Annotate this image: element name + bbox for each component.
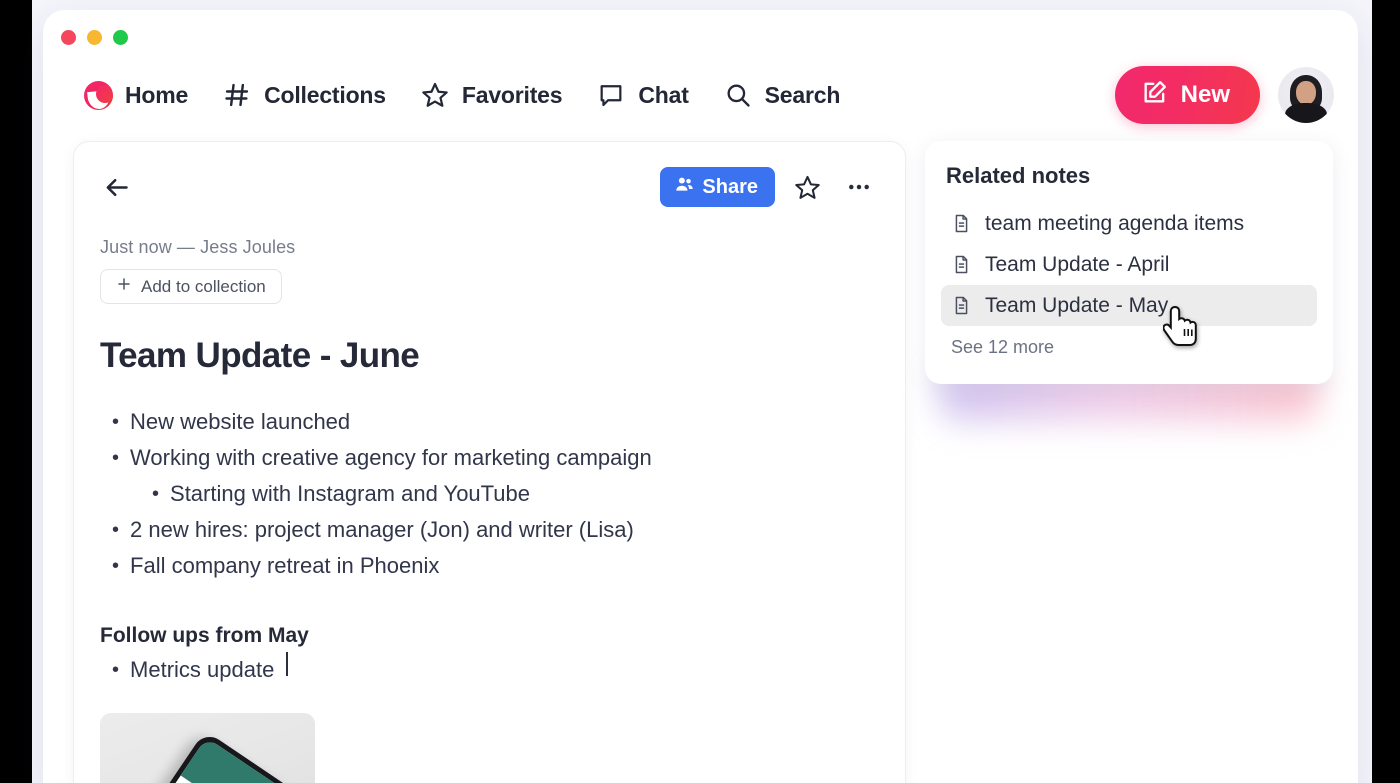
share-button-label: Share <box>702 175 758 198</box>
bullet-marker: • <box>112 519 120 541</box>
list-item-text: Fall company retreat in Phoenix <box>130 553 440 578</box>
note-bullet-list-2: • Metrics update <box>100 652 879 688</box>
list-item[interactable]: • Metrics update <box>100 652 879 688</box>
note-bullet-list: • New website launched • Working with cr… <box>100 404 879 584</box>
nav-item-chat-label: Chat <box>638 81 689 108</box>
bullet-marker: • <box>112 555 120 577</box>
new-note-button-label: New <box>1180 81 1230 108</box>
bullet-marker: • <box>112 411 120 433</box>
document-icon <box>951 254 972 275</box>
add-to-collection-button[interactable]: Add to collection <box>100 269 282 304</box>
note-section-heading[interactable]: Follow ups from May <box>100 624 879 648</box>
ellipsis-icon[interactable] <box>839 167 879 207</box>
nav-item-home-label: Home <box>125 81 189 108</box>
list-item[interactable]: • Working with creative agency for marke… <box>100 440 879 476</box>
new-note-button[interactable]: New <box>1114 66 1260 124</box>
nav-item-favorites[interactable]: Favorites <box>412 74 588 116</box>
attachment-thumbnail[interactable] <box>100 713 315 783</box>
list-item-text: Starting with Instagram and YouTube <box>170 481 530 506</box>
see-more-link[interactable]: See 12 more <box>941 337 1317 358</box>
list-item-nested[interactable]: • Starting with Instagram and YouTube <box>100 476 879 512</box>
screen: Home Collections Favorites Chat Search N… <box>0 0 1400 783</box>
nav-item-search-label: Search <box>764 81 841 108</box>
phone-mockup <box>111 730 303 783</box>
list-item-text: Working with creative agency for marketi… <box>130 445 652 470</box>
nav-items: Home Collections Favorites Chat Search <box>75 74 866 116</box>
top-navigation: Home Collections Favorites Chat Search N… <box>43 55 1358 135</box>
related-note-item-3[interactable]: Team Update - May <box>941 285 1317 326</box>
app-window: Home Collections Favorites Chat Search N… <box>43 10 1358 783</box>
add-to-collection-label: Add to collection <box>141 276 266 296</box>
document-icon <box>951 295 972 316</box>
related-note-item-2[interactable]: Team Update - April <box>941 244 1317 285</box>
star-icon <box>420 80 450 110</box>
related-notes-region: Related notes team meeting agenda items <box>925 141 1333 783</box>
compose-icon <box>1141 78 1169 113</box>
related-notes-panel: Related notes team meeting agenda items <box>925 141 1333 384</box>
maximize-window-button[interactable] <box>113 30 128 45</box>
page-title[interactable]: Team Update - June <box>100 336 879 376</box>
nav-item-collections-label: Collections <box>264 81 386 108</box>
search-icon <box>723 80 753 110</box>
app-logo-icon <box>83 80 113 110</box>
note-editor-card: Share Just now — Jess Joules Add to coll… <box>73 141 906 783</box>
related-note-label: Team Update - April <box>985 252 1170 276</box>
nav-item-chat[interactable]: Chat <box>588 74 714 116</box>
bullet-marker: • <box>152 483 160 505</box>
back-arrow-icon[interactable] <box>100 170 134 204</box>
avatar[interactable] <box>1278 67 1334 123</box>
hash-icon <box>222 80 252 110</box>
minimize-window-button[interactable] <box>87 30 102 45</box>
bullet-marker: • <box>112 659 120 681</box>
list-item[interactable]: • 2 new hires: project manager (Jon) and… <box>100 512 879 548</box>
list-item-text: Metrics update <box>130 657 275 682</box>
share-button[interactable]: Share <box>660 167 775 207</box>
main-content: Share Just now — Jess Joules Add to coll… <box>43 135 1358 783</box>
nav-item-home[interactable]: Home <box>75 74 214 116</box>
people-icon <box>674 174 695 201</box>
related-notes-title: Related notes <box>946 163 1091 188</box>
nav-item-search[interactable]: Search <box>715 74 867 116</box>
window-controls <box>61 30 128 45</box>
related-note-label: team meeting agenda items <box>985 211 1245 235</box>
document-icon <box>951 213 972 234</box>
list-item[interactable]: • New website launched <box>100 404 879 440</box>
note-meta: Just now — Jess Joules <box>100 237 296 257</box>
list-item-text: New website launched <box>130 409 351 434</box>
chat-bubble-icon <box>596 80 626 110</box>
plus-icon <box>116 276 132 297</box>
list-item[interactable]: • Fall company retreat in Phoenix <box>100 548 879 584</box>
list-item-text: 2 new hires: project manager (Jon) and w… <box>130 517 634 542</box>
note-toolbar: Share <box>100 164 879 210</box>
related-note-label: Team Update - May <box>985 293 1169 317</box>
star-outline-icon[interactable] <box>787 167 827 207</box>
text-caret <box>286 652 289 676</box>
close-window-button[interactable] <box>61 30 76 45</box>
related-note-item-1[interactable]: team meeting agenda items <box>941 203 1317 244</box>
nav-item-collections[interactable]: Collections <box>214 74 412 116</box>
bullet-marker: • <box>112 447 120 469</box>
nav-item-favorites-label: Favorites <box>461 81 563 108</box>
